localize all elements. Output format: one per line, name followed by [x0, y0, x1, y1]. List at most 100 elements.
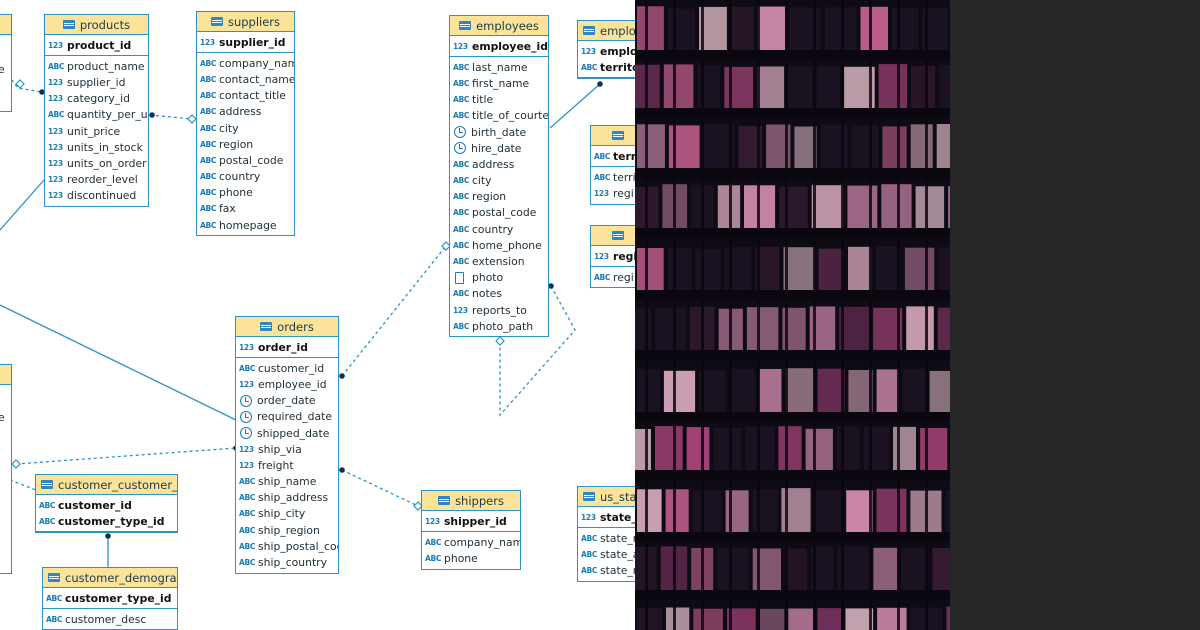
column-row[interactable]: 123 employee_id — [236, 376, 338, 392]
column-name: e — [0, 410, 5, 424]
column-row[interactable]: ABC homepage — [197, 217, 294, 233]
column-row[interactable]: ABC phone — [422, 550, 520, 566]
pk-column-row[interactable]: ABCABCcustomer_id — [36, 497, 177, 513]
column-row[interactable]: ABC region — [197, 136, 294, 152]
pk-column-name: territo — [600, 60, 635, 74]
column-row[interactable]: ABCcompany_name — [197, 55, 294, 71]
column-row[interactable]: ABC last_name — [450, 59, 548, 75]
pk-column-row[interactable]: ABCABCcustomer_type_id — [36, 513, 177, 529]
column-row[interactable]: 123 category_id — [45, 91, 148, 107]
column-row[interactable]: ABC state_r — [578, 563, 635, 579]
column-row[interactable]: ABC regi — [591, 269, 635, 285]
pk-column-row[interactable]: 123123supplier_id — [197, 34, 294, 50]
column-row[interactable]: ABC home_phone — [450, 237, 548, 253]
column-name: postal_code — [472, 206, 537, 220]
column-name: e — [0, 62, 5, 76]
column-row[interactable]: ABC postal_code — [450, 205, 548, 221]
text-type-icon: ABC — [39, 500, 56, 510]
pk-column-name: regi — [613, 249, 635, 263]
table-icon — [48, 573, 60, 582]
column-row[interactable]: ABC postal_code — [197, 152, 294, 168]
pk-column-row[interactable]: ABCABCterri — [591, 148, 635, 164]
column-row[interactable]: 123 supplier_id — [45, 74, 148, 90]
table-shippers[interactable]: shippers123123shipper_idABCcompany_nameA… — [421, 490, 521, 570]
column-row[interactable]: ABC region — [450, 189, 548, 205]
column-row[interactable]: ABC notes — [450, 286, 548, 302]
column-row[interactable]: ABC city — [197, 120, 294, 136]
pk-column-row[interactable]: 123123product_id — [45, 37, 148, 53]
table-customer-customer-demo[interactable]: customer_customer_demoABCABCcustomer_idA… — [35, 474, 178, 534]
column-row[interactable]: 123 units_in_stock — [45, 139, 148, 155]
column-row[interactable]: ABC country — [197, 169, 294, 185]
table-left-bottom[interactable]: e — [0, 364, 12, 574]
column-row[interactable]: ABC extension — [450, 253, 548, 269]
column-row[interactable]: ABC ship_name — [236, 474, 338, 490]
pk-column-name: state_i — [600, 510, 635, 524]
column-row[interactable]: ABC address — [197, 104, 294, 120]
table-suppliers[interactable]: suppliers123123supplier_idABCcompany_nam… — [196, 11, 295, 237]
column-row[interactable]: order_date — [236, 393, 338, 409]
pk-column-row[interactable]: 123123employ — [578, 43, 635, 59]
column-row[interactable]: ABC ship_city — [236, 506, 338, 522]
table-employees[interactable]: employees123123employee_idABClast_nameAB… — [449, 15, 549, 338]
table-region[interactable]: 123123regi ABCregi — [590, 225, 635, 289]
column-row[interactable]: ABC ship_address — [236, 490, 338, 506]
table-us-states[interactable]: us_sta123123state_iABCstate_nABCstate_aA… — [577, 486, 635, 582]
column-row[interactable]: photo — [450, 270, 548, 286]
column-row[interactable]: shipped_date — [236, 425, 338, 441]
column-row[interactable]: ABC fax — [197, 201, 294, 217]
table-left-top[interactable]: e — [0, 14, 12, 112]
column-name: company_name — [219, 56, 294, 70]
column-row[interactable]: 123 discontinued — [45, 188, 148, 204]
column-row[interactable]: 123 reports_to — [450, 302, 548, 318]
pk-column-row[interactable]: 123123employee_id — [450, 38, 548, 54]
text-type-icon: ABC — [200, 123, 217, 133]
column-row[interactable]: ABC address — [450, 156, 548, 172]
column-row[interactable]: 123 units_on_order — [45, 155, 148, 171]
table-territories[interactable]: ABCABCterri ABCterri123regi — [590, 125, 635, 205]
pk-column-row[interactable]: 123123regi — [591, 248, 635, 264]
column-row[interactable]: ABCstate_n — [578, 530, 635, 546]
column-row[interactable]: ABC ship_country — [236, 554, 338, 570]
column-row[interactable]: 123 unit_price — [45, 123, 148, 139]
column-row[interactable]: ABCship_postal_code — [236, 538, 338, 554]
pk-column-row[interactable]: 123123state_i — [578, 509, 635, 525]
column-row[interactable]: ABC product_name — [45, 58, 148, 74]
column-row[interactable]: 123 reorder_level — [45, 172, 148, 188]
column-row[interactable]: ABC customer_id — [236, 360, 338, 376]
column-row[interactable]: ABCstate_a — [578, 546, 635, 562]
column-row[interactable]: hire_date — [450, 140, 548, 156]
column-row[interactable]: ABC contact_name — [197, 71, 294, 87]
table-employee-territories[interactable]: employ123123employABCABCterrito — [577, 20, 635, 80]
column-row[interactable]: required_date — [236, 409, 338, 425]
column-row[interactable]: 123 freight — [236, 457, 338, 473]
column-row[interactable]: ABCtitle_of_courtesy — [450, 108, 548, 124]
column-row[interactable]: birth_date — [450, 124, 548, 140]
column-row[interactable]: ABC ship_region — [236, 522, 338, 538]
table-products[interactable]: products123123product_idABCproduct_name1… — [44, 14, 149, 207]
column-row[interactable]: ABCquantity_per_unit — [45, 107, 148, 123]
column-name: region — [472, 190, 507, 204]
pk-column-row[interactable]: ABCABCterrito — [578, 59, 635, 75]
column-row[interactable]: ABC terri — [591, 169, 635, 185]
column-row[interactable]: ABC city — [450, 173, 548, 189]
column-row[interactable]: 123 regi — [591, 185, 635, 201]
column-name: phone — [444, 551, 478, 565]
column-row[interactable]: ABC phone — [197, 185, 294, 201]
column-name: customer_desc — [65, 612, 147, 626]
column-row[interactable]: ABC first_name — [450, 75, 548, 91]
column-row[interactable]: ABCcompany_name — [422, 534, 520, 550]
column-row[interactable]: ABC country — [450, 221, 548, 237]
pk-column-row[interactable]: ABCABCcustomer_type_id — [43, 590, 177, 606]
pk-column-row[interactable]: 123123order_id — [236, 339, 338, 355]
table-icon — [583, 26, 595, 35]
table-orders[interactable]: orders123123order_idABCcustomer_id123emp… — [235, 316, 339, 574]
column-name: employee_id — [258, 377, 327, 391]
column-row[interactable]: ABC customer_desc — [43, 611, 177, 627]
table-customer-demographics[interactable]: customer_demographicsABCABCcustomer_type… — [42, 567, 178, 630]
pk-column-row[interactable]: 123123shipper_id — [422, 513, 520, 529]
column-row[interactable]: ABC photo_path — [450, 318, 548, 334]
column-row[interactable]: 123 ship_via — [236, 441, 338, 457]
column-row[interactable]: ABC title — [450, 92, 548, 108]
column-row[interactable]: ABC contact_title — [197, 88, 294, 104]
